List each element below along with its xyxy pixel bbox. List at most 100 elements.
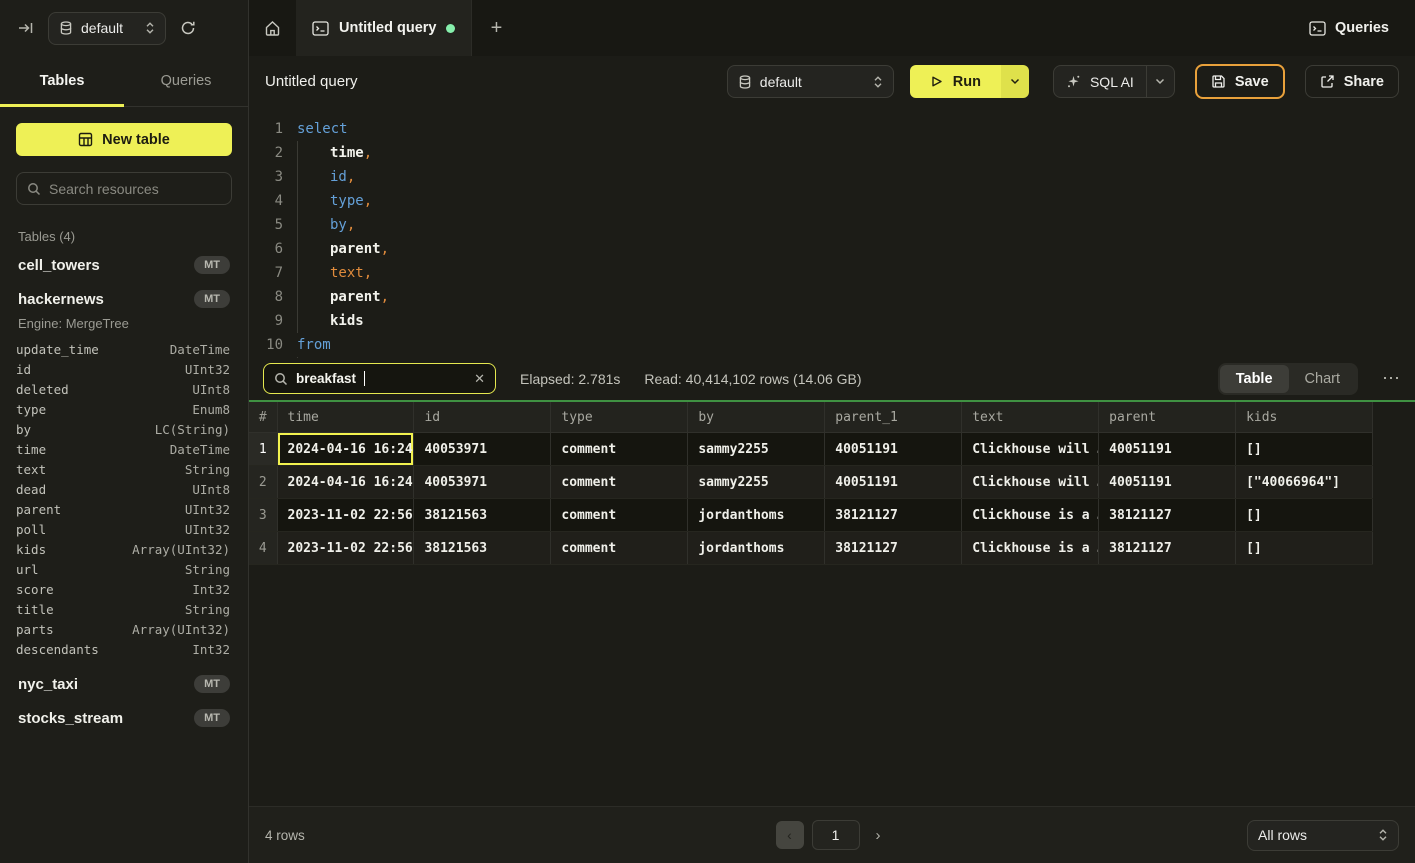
share-button[interactable]: Share bbox=[1305, 65, 1399, 98]
data-cell[interactable]: 38121127 bbox=[825, 499, 962, 532]
data-cell[interactable]: Clickhouse is a … bbox=[962, 532, 1099, 565]
column-name: update_time bbox=[16, 342, 99, 357]
new-tab-button[interactable]: + bbox=[472, 0, 520, 56]
view-toggle-chart[interactable]: Chart bbox=[1289, 365, 1356, 393]
clear-search-icon[interactable]: ✕ bbox=[474, 371, 485, 387]
save-button[interactable]: Save bbox=[1195, 64, 1285, 99]
data-cell[interactable]: jordanthoms bbox=[688, 499, 825, 532]
table-row: 32023-11-02 22:56…38121563commentjordant… bbox=[249, 499, 1373, 532]
prev-page-button[interactable]: ‹ bbox=[776, 821, 804, 849]
line-number: 10 bbox=[249, 333, 283, 357]
results-search-value: breakfast bbox=[296, 371, 356, 386]
data-cell[interactable]: 40051191 bbox=[1099, 433, 1236, 466]
data-cell[interactable]: 40053971 bbox=[414, 466, 551, 499]
data-cell[interactable]: sammy2255 bbox=[688, 466, 825, 499]
data-cell[interactable]: 40053971 bbox=[414, 433, 551, 466]
data-cell[interactable]: comment bbox=[551, 499, 688, 532]
data-cell[interactable]: 2024-04-16 16:24… bbox=[277, 433, 414, 466]
data-cell[interactable]: 38121127 bbox=[1099, 532, 1236, 565]
data-cell[interactable]: comment bbox=[551, 433, 688, 466]
row-number-cell[interactable]: 1 bbox=[249, 433, 277, 466]
data-cell[interactable]: comment bbox=[551, 466, 688, 499]
code-content: time, bbox=[283, 141, 372, 165]
table-list-item[interactable]: hackernewsMT bbox=[16, 282, 232, 316]
refresh-icon[interactable] bbox=[176, 16, 200, 40]
table-list-item[interactable]: cell_towersMT bbox=[16, 248, 232, 282]
next-page-button[interactable]: › bbox=[868, 823, 889, 848]
chevron-right-icon: › bbox=[876, 827, 881, 844]
run-button[interactable]: Run bbox=[910, 65, 1001, 98]
column-header[interactable]: # bbox=[249, 402, 277, 433]
home-tab[interactable] bbox=[249, 0, 296, 56]
tab-strip: Untitled query + Queries bbox=[249, 0, 1415, 56]
column-header[interactable]: text bbox=[962, 402, 1099, 433]
data-cell[interactable]: Clickhouse will … bbox=[962, 466, 1099, 499]
row-number-cell[interactable]: 3 bbox=[249, 499, 277, 532]
database-selector[interactable]: default bbox=[48, 12, 166, 45]
column-name: text bbox=[16, 462, 46, 477]
share-label: Share bbox=[1344, 74, 1384, 90]
tab-label: Untitled query bbox=[339, 20, 436, 36]
sql-editor[interactable]: 1select2time,3id,4type,5by,6parent,7text… bbox=[249, 107, 1415, 358]
data-cell[interactable]: [] bbox=[1236, 433, 1373, 466]
column-header[interactable]: time bbox=[277, 402, 414, 433]
column-header[interactable]: kids bbox=[1236, 402, 1373, 433]
data-cell[interactable]: comment bbox=[551, 532, 688, 565]
run-options-button[interactable] bbox=[1001, 65, 1029, 98]
data-cell[interactable]: 2023-11-02 22:56… bbox=[277, 532, 414, 565]
home-icon bbox=[264, 20, 281, 37]
sidebar-body: New table Tables (4) cell_towersMThacker… bbox=[0, 107, 248, 751]
data-cell[interactable]: 38121127 bbox=[825, 532, 962, 565]
data-cell[interactable]: Clickhouse will … bbox=[962, 433, 1099, 466]
data-cell[interactable]: 38121127 bbox=[1099, 499, 1236, 532]
data-cell[interactable]: 40051191 bbox=[825, 433, 962, 466]
data-cell[interactable]: 40051191 bbox=[1099, 466, 1236, 499]
indent-guide bbox=[297, 309, 330, 333]
page-size-selector[interactable]: All rows bbox=[1247, 820, 1399, 851]
sidebar-tab-queries[interactable]: Queries bbox=[124, 56, 248, 106]
column-type: Array(UInt32) bbox=[132, 622, 230, 637]
data-cell[interactable]: 38121563 bbox=[414, 532, 551, 565]
data-cell[interactable]: 38121563 bbox=[414, 499, 551, 532]
sql-ai-button[interactable]: SQL AI bbox=[1054, 74, 1146, 90]
sql-ai-options-button[interactable] bbox=[1146, 66, 1174, 97]
data-cell[interactable]: ["40066964"] bbox=[1236, 466, 1373, 499]
sidebar-tab-tables[interactable]: Tables bbox=[0, 56, 124, 106]
data-cell[interactable]: sammy2255 bbox=[688, 433, 825, 466]
code-content: by, bbox=[283, 213, 355, 237]
row-number-cell[interactable]: 2 bbox=[249, 466, 277, 499]
sidebar-search[interactable] bbox=[16, 172, 232, 205]
column-header[interactable]: parent bbox=[1099, 402, 1236, 433]
new-table-button[interactable]: New table bbox=[16, 123, 232, 156]
column-header[interactable]: type bbox=[551, 402, 688, 433]
sidebar-search-input[interactable] bbox=[49, 181, 221, 197]
more-options-icon[interactable]: ⋯ bbox=[1382, 368, 1401, 389]
view-toggle-table[interactable]: Table bbox=[1220, 365, 1289, 393]
queries-button[interactable]: Queries bbox=[1283, 0, 1415, 56]
share-icon bbox=[1320, 74, 1335, 89]
tables-list: cell_towersMThackernewsMTEngine: MergeTr… bbox=[16, 248, 232, 735]
data-cell[interactable]: 2023-11-02 22:56… bbox=[277, 499, 414, 532]
data-cell[interactable]: [] bbox=[1236, 499, 1373, 532]
column-header[interactable]: id bbox=[414, 402, 551, 433]
column-header[interactable]: by bbox=[688, 402, 825, 433]
run-database-selector[interactable]: default bbox=[727, 65, 894, 98]
code-content: parent, bbox=[283, 285, 389, 309]
collapse-sidebar-icon[interactable] bbox=[14, 16, 38, 40]
table-list-item[interactable]: nyc_taxiMT bbox=[16, 667, 232, 701]
data-cell[interactable]: 2024-04-16 16:24… bbox=[277, 466, 414, 499]
tab-untitled-query[interactable]: Untitled query bbox=[296, 0, 472, 56]
column-header[interactable]: parent_1 bbox=[825, 402, 962, 433]
data-cell[interactable]: 40051191 bbox=[825, 466, 962, 499]
data-cell[interactable]: Clickhouse is a … bbox=[962, 499, 1099, 532]
row-number-cell[interactable]: 4 bbox=[249, 532, 277, 565]
sql-ai-split-button: SQL AI bbox=[1053, 65, 1175, 98]
run-split-button: Run bbox=[910, 65, 1029, 98]
data-cell[interactable]: jordanthoms bbox=[688, 532, 825, 565]
engine-badge: MT bbox=[194, 256, 230, 274]
data-cell[interactable]: [] bbox=[1236, 532, 1373, 565]
results-search[interactable]: breakfast ✕ bbox=[263, 363, 496, 394]
current-page[interactable]: 1 bbox=[812, 820, 860, 850]
results-empty-area bbox=[249, 565, 1415, 806]
table-list-item[interactable]: stocks_streamMT bbox=[16, 701, 232, 735]
